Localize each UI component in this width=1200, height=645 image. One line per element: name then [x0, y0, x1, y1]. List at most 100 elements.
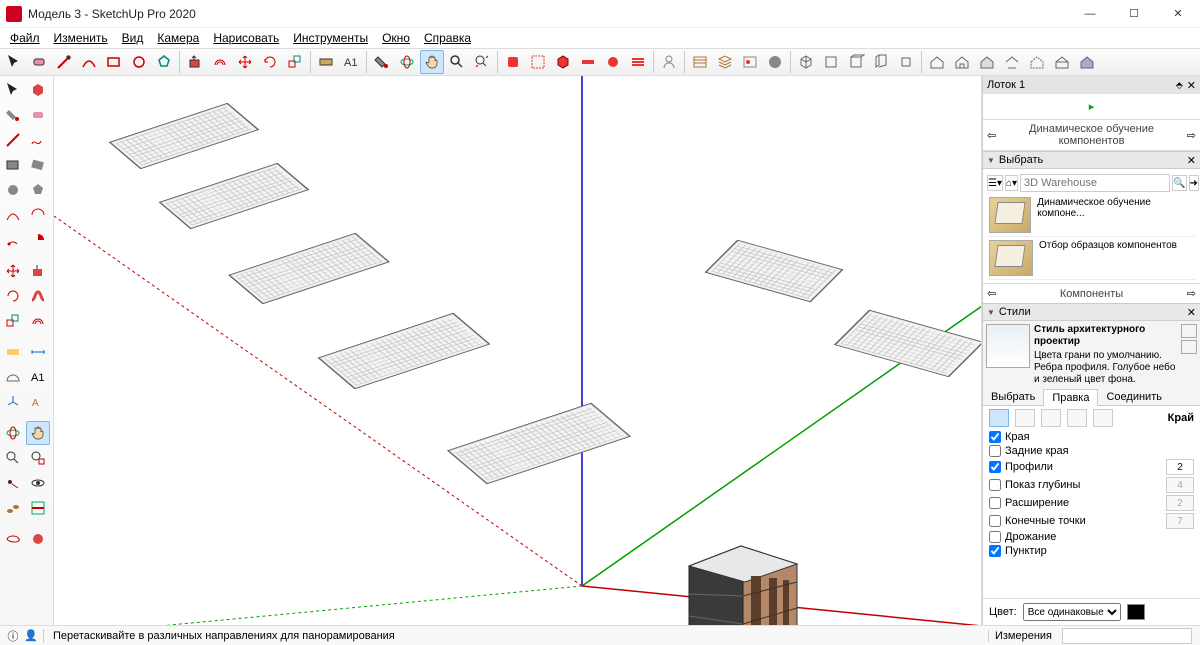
materials-icon[interactable]: [763, 50, 787, 74]
menu-camera[interactable]: Камера: [151, 29, 205, 47]
minimize-button[interactable]: —: [1068, 0, 1112, 28]
modeling-settings-icon[interactable]: [1093, 409, 1113, 427]
protractor-tool-l[interactable]: [1, 365, 25, 389]
rotrect-tool-l[interactable]: [26, 153, 50, 177]
followme-tool-l[interactable]: [26, 284, 50, 308]
zoom-tool-l[interactable]: [1, 446, 25, 470]
color-mode-select[interactable]: Все одинаковые: [1023, 603, 1121, 621]
paint-tool[interactable]: [370, 50, 394, 74]
update-style-icon[interactable]: [1181, 324, 1197, 338]
offset-tool[interactable]: [208, 50, 232, 74]
menu-help[interactable]: Справка: [418, 29, 477, 47]
nav-dropdown-icon[interactable]: ☰▾: [987, 175, 1003, 191]
home-icon[interactable]: ⌂▾: [1005, 175, 1018, 191]
next-icon[interactable]: ⇨: [1187, 287, 1196, 300]
orbit-tool-l[interactable]: [1, 421, 25, 445]
jitter-checkbox[interactable]: [989, 531, 1001, 543]
dimension-tool-l[interactable]: [26, 340, 50, 364]
component-item[interactable]: Отбор образцов компонентов: [987, 237, 1196, 280]
scale-tool-l[interactable]: [1, 309, 25, 333]
tab-edit[interactable]: Правка: [1043, 389, 1098, 406]
line-tool[interactable]: [52, 50, 76, 74]
select-panel-header[interactable]: ▼Выбрать✕: [983, 151, 1200, 169]
polygon-tool-l[interactable]: [26, 178, 50, 202]
zoom-tool[interactable]: [445, 50, 469, 74]
measurements-input[interactable]: [1062, 628, 1192, 644]
move-tool-l[interactable]: [1, 259, 25, 283]
watermark-settings-icon[interactable]: [1067, 409, 1087, 427]
house4-icon[interactable]: [1000, 50, 1024, 74]
panel-close-icon[interactable]: ✕: [1187, 306, 1196, 319]
menu-window[interactable]: Окно: [376, 29, 416, 47]
house-icon[interactable]: [925, 50, 949, 74]
offset-tool-l[interactable]: [26, 309, 50, 333]
profiles-checkbox[interactable]: [989, 461, 1001, 473]
right-icon[interactable]: [869, 50, 893, 74]
walk-tool[interactable]: [1, 496, 25, 520]
extension-icon[interactable]: [501, 50, 525, 74]
menu-file[interactable]: Файл: [4, 29, 46, 47]
edges-checkbox[interactable]: [989, 431, 1001, 443]
tab-select[interactable]: Выбрать: [983, 389, 1043, 405]
extend-checkbox[interactable]: [989, 497, 1001, 509]
dash-checkbox[interactable]: [989, 545, 1001, 557]
building-model[interactable]: [679, 516, 809, 625]
back-icon[interactable]: [894, 50, 918, 74]
bg-settings-icon[interactable]: [1041, 409, 1061, 427]
house3-icon[interactable]: [975, 50, 999, 74]
face-settings-icon[interactable]: [1015, 409, 1035, 427]
prev-icon[interactable]: ⇦: [987, 129, 996, 142]
user-status-icon[interactable]: 👤: [22, 627, 40, 645]
select-tool[interactable]: [2, 50, 26, 74]
menu-view[interactable]: Вид: [116, 29, 150, 47]
pan-tool-l[interactable]: [26, 421, 50, 445]
zoom-extents-tool[interactable]: [470, 50, 494, 74]
look-around-tool[interactable]: [26, 471, 50, 495]
component-tool-l[interactable]: [26, 78, 50, 102]
color-swatch[interactable]: [1127, 604, 1145, 620]
layers-icon[interactable]: [713, 50, 737, 74]
rectangle-tool[interactable]: [102, 50, 126, 74]
panel-close-icon[interactable]: ✕: [1187, 154, 1196, 167]
menu-draw[interactable]: Нарисовать: [207, 29, 285, 47]
polygon-tool[interactable]: [152, 50, 176, 74]
position-camera-tool[interactable]: [1, 471, 25, 495]
circle-tool[interactable]: [127, 50, 151, 74]
new-style-icon[interactable]: [1181, 340, 1197, 354]
scenes-icon[interactable]: [738, 50, 762, 74]
go-icon[interactable]: ➜: [1189, 175, 1199, 191]
move-tool[interactable]: [233, 50, 257, 74]
edge-settings-icon[interactable]: [989, 409, 1009, 427]
shadow-icon[interactable]: [601, 50, 625, 74]
iso-icon[interactable]: [794, 50, 818, 74]
rotate-tool[interactable]: [258, 50, 282, 74]
zoomwin-tool-l[interactable]: [26, 446, 50, 470]
3dtext-tool-l[interactable]: A: [26, 390, 50, 414]
menu-tools[interactable]: Инструменты: [287, 29, 374, 47]
line-tool-l[interactable]: [1, 128, 25, 152]
fog-icon[interactable]: [626, 50, 650, 74]
select-tool-l[interactable]: [1, 78, 25, 102]
tape-tool[interactable]: [314, 50, 338, 74]
styles-panel-header[interactable]: ▼Стили✕: [983, 303, 1200, 321]
axes-tool-l[interactable]: [1, 390, 25, 414]
pan-tool[interactable]: [420, 50, 444, 74]
search-input[interactable]: [1020, 174, 1170, 192]
freehand-tool-l[interactable]: [26, 128, 50, 152]
arc-tool[interactable]: [77, 50, 101, 74]
component-icon[interactable]: [551, 50, 575, 74]
endpoints-checkbox[interactable]: [989, 515, 1001, 527]
play-icon[interactable]: ▸: [1089, 100, 1095, 113]
maximize-button[interactable]: ☐: [1112, 0, 1156, 28]
eraser-tool[interactable]: [27, 50, 51, 74]
arc-tool-l[interactable]: [1, 203, 25, 227]
tray-pin-icon[interactable]: ⬘: [1176, 80, 1183, 91]
arc2-tool-l[interactable]: [26, 203, 50, 227]
outliner-icon[interactable]: [688, 50, 712, 74]
scale-tool[interactable]: [283, 50, 307, 74]
house5-icon[interactable]: [1025, 50, 1049, 74]
ext1-icon[interactable]: [1, 527, 25, 551]
arc3-tool-l[interactable]: [1, 228, 25, 252]
front-icon[interactable]: [844, 50, 868, 74]
tray-header[interactable]: Лоток 1 ⬘ ✕: [983, 76, 1200, 94]
